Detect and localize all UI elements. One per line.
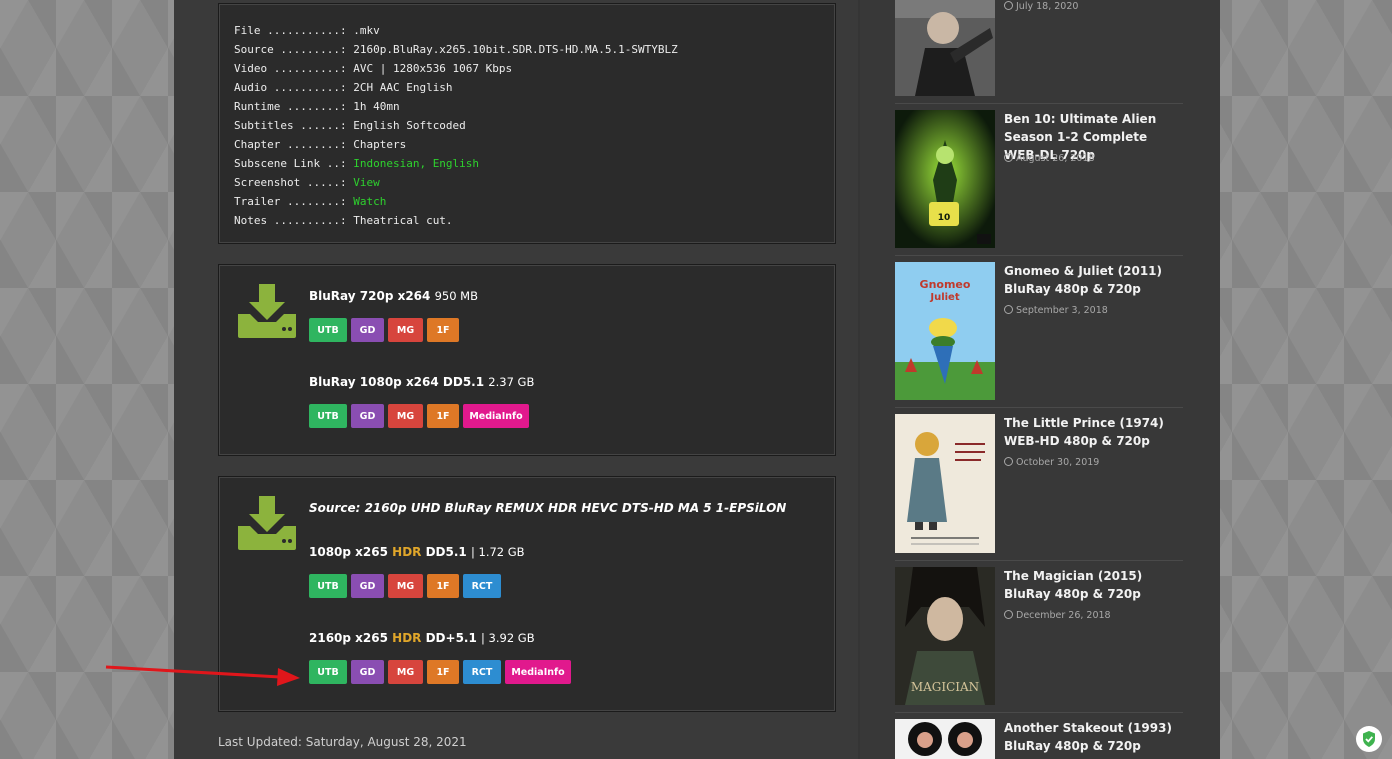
source-title: Source: 2160p UHD BluRay REMUX HDR HEVC … bbox=[309, 501, 787, 515]
post-title-link[interactable]: The Magician (2015) BluRay 480p & 720p bbox=[1004, 567, 1184, 603]
last-updated-text: Last Updated: Saturday, August 28, 2021 bbox=[218, 735, 467, 749]
download-icon bbox=[238, 284, 296, 338]
utb-button[interactable]: UTB bbox=[309, 318, 347, 342]
release-title-2160p-hdr: 2160p x265 HDR DD+5.1 | 3.92 GB bbox=[309, 631, 535, 645]
nfo-row-file: File ...........: .mkv bbox=[234, 24, 380, 37]
page-container: File ...........: .mkv Source .........:… bbox=[174, 0, 1220, 759]
mediainfo-button[interactable]: MediaInfo bbox=[463, 404, 529, 428]
post-thumbnail[interactable] bbox=[895, 719, 995, 759]
1f-button[interactable]: 1F bbox=[427, 660, 459, 684]
utb-button[interactable]: UTB bbox=[309, 574, 347, 598]
nfo-row-subtitles: Subtitles ......: English Softcoded bbox=[234, 119, 466, 132]
mg-button[interactable]: MG bbox=[388, 574, 423, 598]
gd-button[interactable]: GD bbox=[351, 404, 384, 428]
post-thumbnail[interactable]: 10 bbox=[895, 110, 995, 248]
mg-button[interactable]: MG bbox=[388, 404, 423, 428]
mg-button[interactable]: MG bbox=[388, 660, 423, 684]
rct-button[interactable]: RCT bbox=[463, 660, 501, 684]
divider bbox=[895, 103, 1183, 104]
post-title-link[interactable]: Another Stakeout (1993) BluRay 480p & 72… bbox=[1004, 719, 1184, 755]
download-box-bluray: BluRay 720p x264 950 MB UTB GD MG 1F Blu… bbox=[218, 264, 836, 456]
download-icon bbox=[238, 496, 296, 550]
main-content: File ...........: .mkv Source .........:… bbox=[174, 0, 858, 759]
utb-button[interactable]: UTB bbox=[309, 404, 347, 428]
post-date: August 26, 2018 bbox=[1004, 153, 1095, 164]
sidebar-post[interactable]: MAGICIAN The Magician (2015) BluRay 480p… bbox=[895, 567, 1183, 707]
mirror-buttons-720p: UTB GD MG 1F bbox=[309, 318, 459, 342]
post-date: October 30, 2019 bbox=[1004, 457, 1099, 468]
post-thumbnail[interactable] bbox=[895, 0, 995, 96]
nfo-row-audio: Audio ..........: 2CH AAC English bbox=[234, 81, 453, 94]
post-thumbnail[interactable]: MAGICIAN bbox=[895, 567, 995, 705]
download-box-remux: Source: 2160p UHD BluRay REMUX HDR HEVC … bbox=[218, 476, 836, 712]
subscene-link[interactable]: Indonesian, English bbox=[353, 157, 479, 170]
shield-check-icon[interactable] bbox=[1356, 726, 1382, 752]
screenshot-link[interactable]: View bbox=[353, 176, 380, 189]
divider bbox=[895, 255, 1183, 256]
post-date: December 26, 2018 bbox=[1004, 610, 1111, 621]
utb-button[interactable]: UTB bbox=[309, 660, 347, 684]
post-title-link[interactable]: Gnomeo & Juliet (2011) BluRay 480p & 720… bbox=[1004, 262, 1184, 298]
divider bbox=[895, 560, 1183, 561]
svg-text:Juliet: Juliet bbox=[929, 292, 959, 303]
gd-button[interactable]: GD bbox=[351, 660, 384, 684]
trailer-link[interactable]: Watch bbox=[353, 195, 386, 208]
post-title-link[interactable]: The Little Prince (1974) WEB-HD 480p & 7… bbox=[1004, 414, 1184, 450]
nfo-row-chapter: Chapter ........: Chapters bbox=[234, 138, 407, 151]
post-thumbnail[interactable]: Gnomeo Juliet bbox=[895, 262, 995, 400]
svg-text:10: 10 bbox=[938, 213, 951, 223]
nfo-row-video: Video ..........: AVC | 1280x536 1067 Kb… bbox=[234, 62, 513, 75]
mirror-buttons-1080p: UTB GD MG 1F MediaInfo bbox=[309, 404, 529, 428]
sidebar-post[interactable]: July 18, 2020 bbox=[895, 0, 1183, 98]
clock-icon bbox=[1004, 610, 1013, 619]
sidebar-post[interactable]: Gnomeo Juliet Gnomeo & Juliet (2011) Blu… bbox=[895, 262, 1183, 402]
divider bbox=[895, 712, 1183, 713]
rct-button[interactable]: RCT bbox=[463, 574, 501, 598]
nfo-row-screenshot: Screenshot .....: View bbox=[234, 176, 380, 189]
1f-button[interactable]: 1F bbox=[427, 574, 459, 598]
mirror-buttons-2160p-hdr: UTB GD MG 1F RCT MediaInfo bbox=[309, 660, 571, 684]
mediainfo-button[interactable]: MediaInfo bbox=[505, 660, 571, 684]
1f-button[interactable]: 1F bbox=[427, 318, 459, 342]
divider bbox=[895, 407, 1183, 408]
svg-text:MAGICIAN: MAGICIAN bbox=[911, 680, 979, 694]
release-title-720p: BluRay 720p x264 950 MB bbox=[309, 289, 478, 303]
mirror-buttons-1080p-hdr: UTB GD MG 1F RCT bbox=[309, 574, 501, 598]
sidebar-recent-posts: July 18, 2020 10 Ben 10: Ultimate Alien … bbox=[860, 0, 1220, 759]
sidebar-post[interactable]: 10 Ben 10: Ultimate Alien Season 1-2 Com… bbox=[895, 110, 1183, 250]
red-arrow-annotation bbox=[105, 665, 300, 686]
release-title-1080p-hdr: 1080p x265 HDR DD5.1 | 1.72 GB bbox=[309, 545, 525, 559]
nfo-row-trailer: Trailer ........: Watch bbox=[234, 195, 387, 208]
nfo-row-runtime: Runtime ........: 1h 40mn bbox=[234, 100, 400, 113]
nfo-info-box: File ...........: .mkv Source .........:… bbox=[218, 3, 836, 244]
sidebar-post[interactable]: The Little Prince (1974) WEB-HD 480p & 7… bbox=[895, 414, 1183, 554]
clock-icon bbox=[1004, 305, 1013, 314]
clock-icon bbox=[1004, 1, 1013, 10]
nfo-row-subscene: Subscene Link ..: Indonesian, English bbox=[234, 157, 480, 170]
1f-button[interactable]: 1F bbox=[427, 404, 459, 428]
nfo-row-source: Source .........: 2160p.BluRay.x265.10bi… bbox=[234, 43, 678, 56]
post-thumbnail[interactable] bbox=[895, 414, 995, 553]
clock-icon bbox=[1004, 153, 1013, 162]
gd-button[interactable]: GD bbox=[351, 318, 384, 342]
sidebar-post[interactable]: Another Stakeout (1993) BluRay 480p & 72… bbox=[895, 719, 1183, 759]
clock-icon bbox=[1004, 457, 1013, 466]
post-date: July 18, 2020 bbox=[1004, 1, 1078, 12]
mg-button[interactable]: MG bbox=[388, 318, 423, 342]
release-title-1080p: BluRay 1080p x264 DD5.1 2.37 GB bbox=[309, 375, 535, 389]
post-date: September 3, 2018 bbox=[1004, 305, 1108, 316]
svg-text:Gnomeo: Gnomeo bbox=[920, 278, 971, 291]
gd-button[interactable]: GD bbox=[351, 574, 384, 598]
nfo-row-notes: Notes ..........: Theatrical cut. bbox=[234, 214, 453, 227]
